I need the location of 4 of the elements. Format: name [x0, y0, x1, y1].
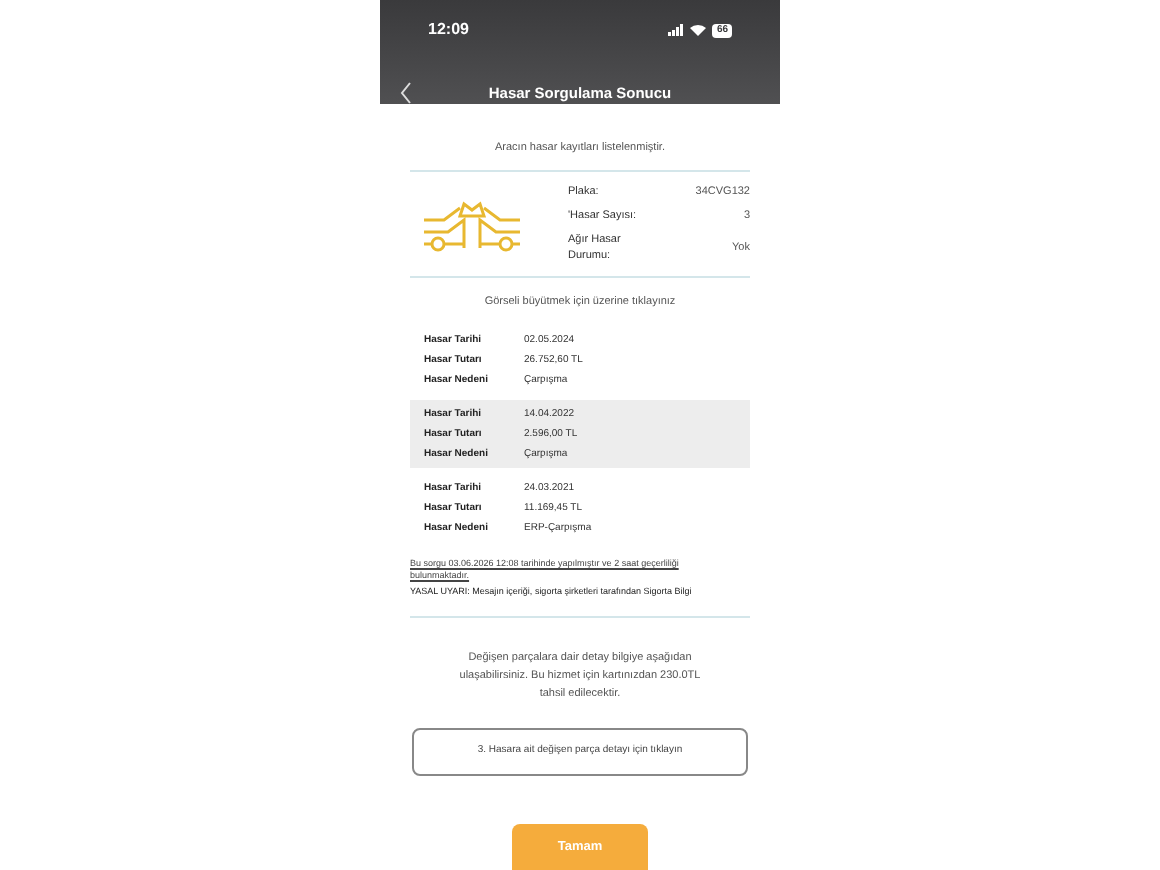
status-time: 12:09 [428, 18, 469, 42]
signal-icon [668, 24, 685, 36]
wifi-icon [690, 24, 707, 36]
back-icon[interactable] [400, 82, 412, 105]
